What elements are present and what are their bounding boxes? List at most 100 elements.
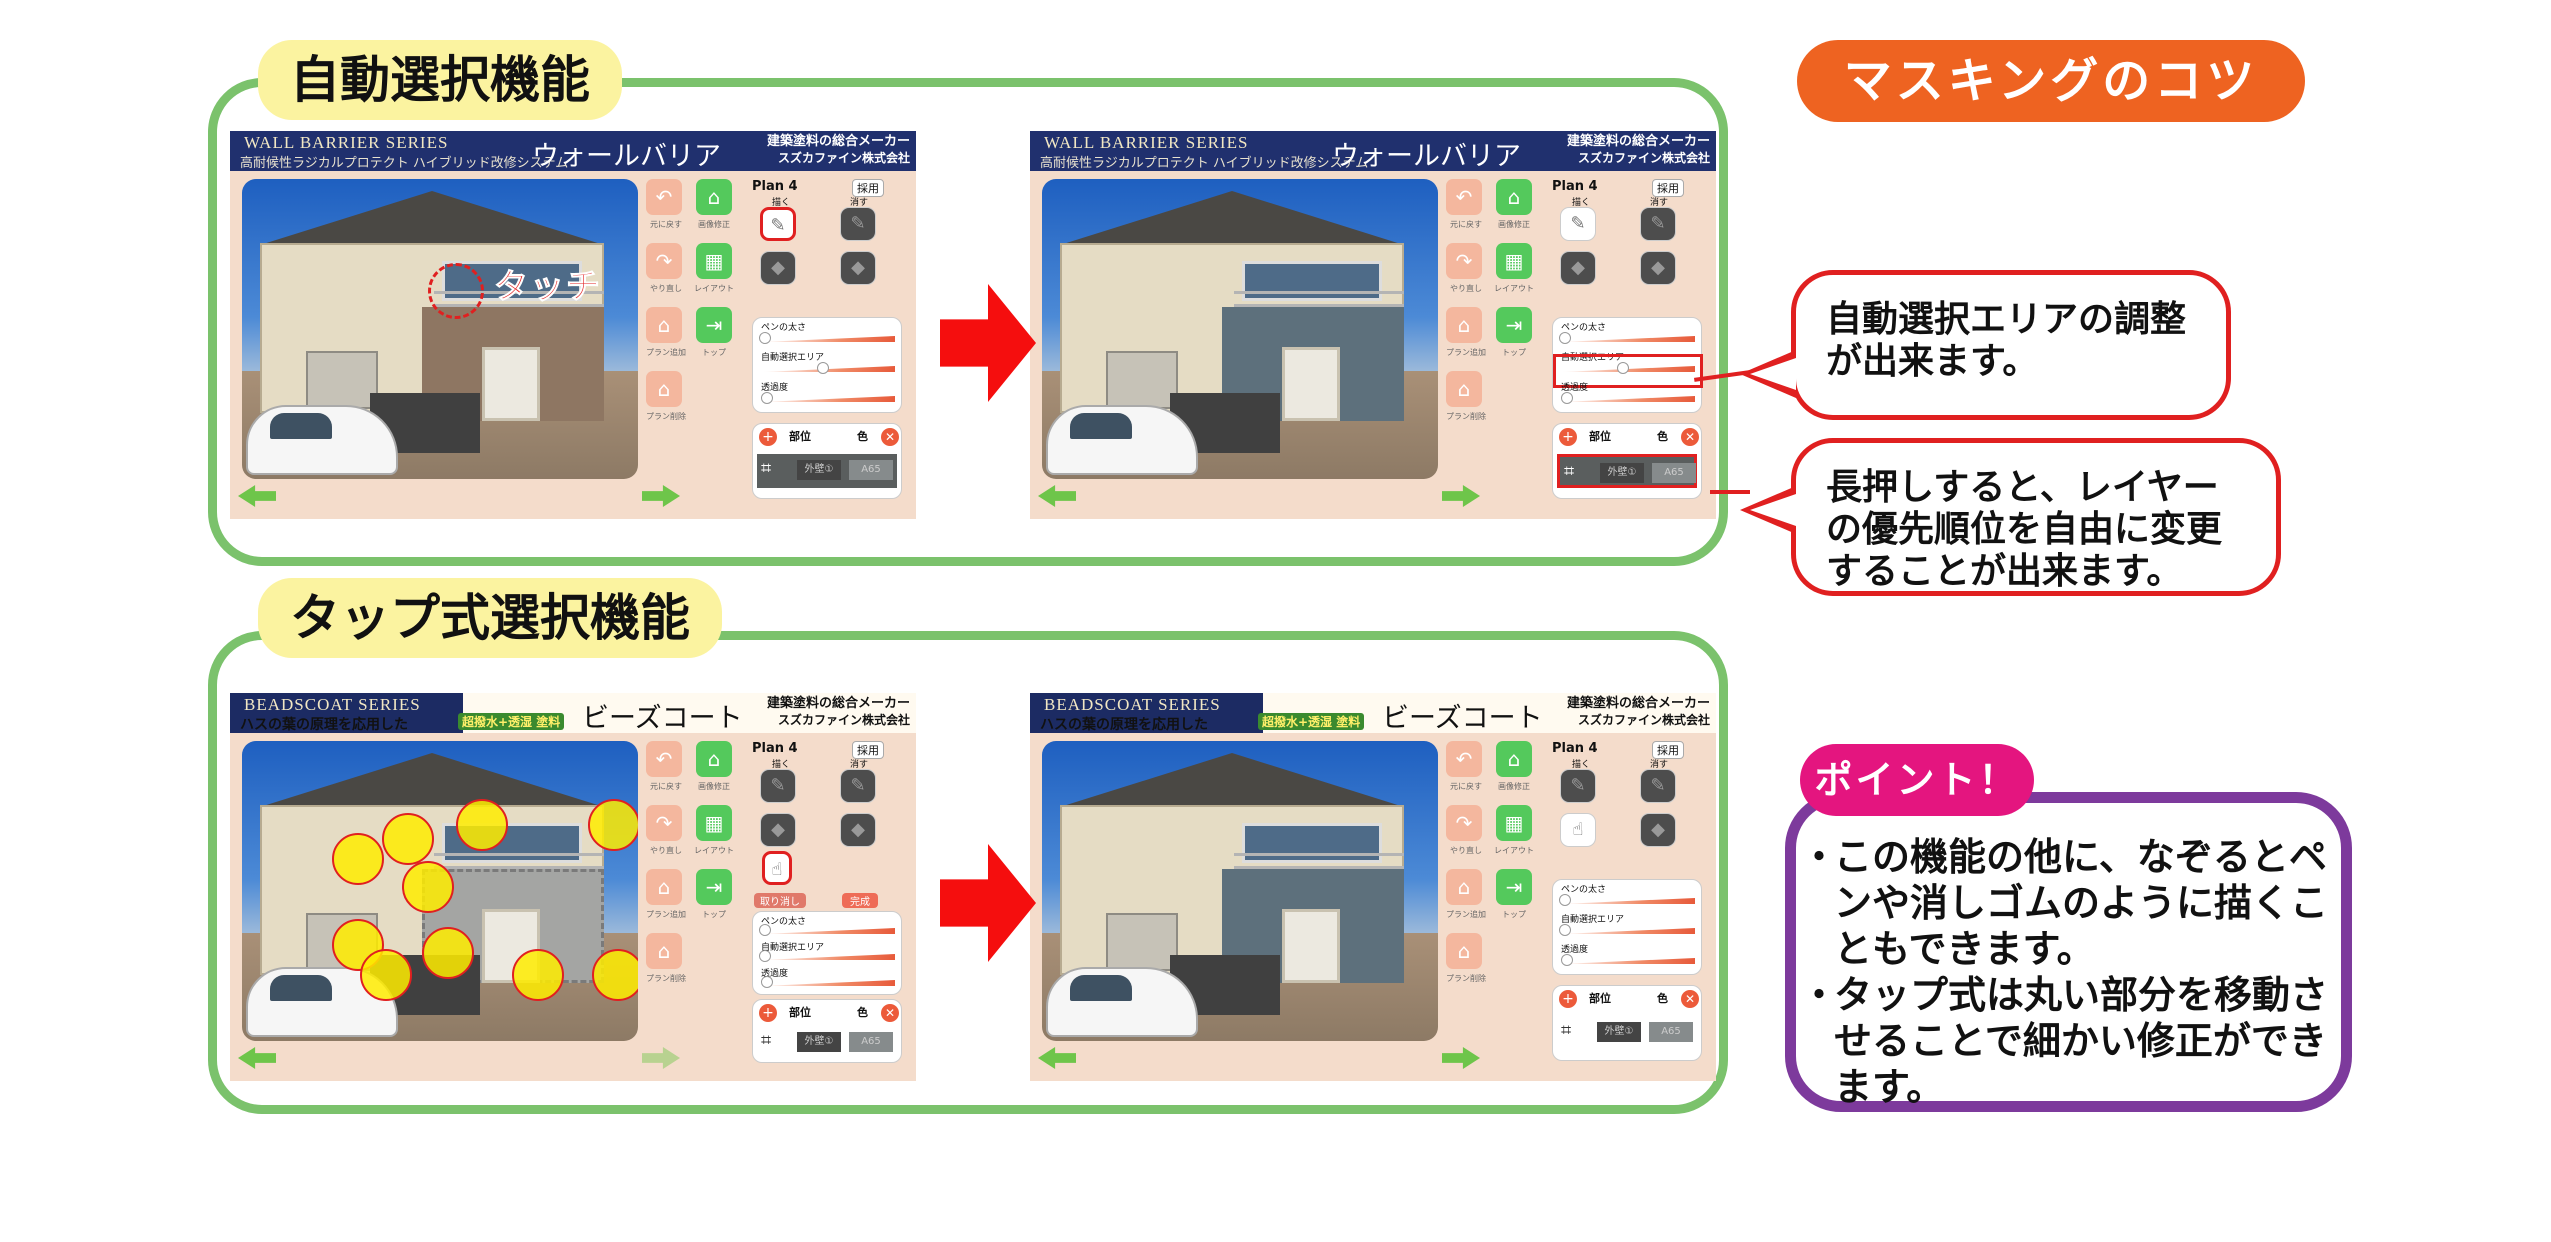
cancel-button[interactable]: 取り消し <box>754 893 806 908</box>
opacity-slider[interactable] <box>1561 396 1695 402</box>
auto-select-tool-button[interactable]: ◆ <box>1560 251 1596 285</box>
plan-add-button[interactable]: ⌂ <box>1446 869 1482 905</box>
prev-arrow-icon[interactable] <box>1038 485 1076 507</box>
opacity-knob[interactable] <box>761 392 773 404</box>
plan-delete-button[interactable]: ⌂ <box>646 933 682 969</box>
auto-select-tool-button[interactable]: ◆ <box>760 813 796 847</box>
layer-row[interactable]: ⌗ 外壁① A65 <box>757 1026 897 1060</box>
tap-point-handle[interactable] <box>360 949 412 1001</box>
tap-point-handle[interactable] <box>588 799 638 851</box>
redo-button[interactable]: ↷ <box>1446 805 1482 841</box>
draw-tool-button[interactable]: ✎ <box>1560 769 1596 803</box>
undo-button[interactable]: ↶ <box>646 179 682 215</box>
next-arrow-icon[interactable] <box>1442 485 1480 507</box>
undo-button[interactable]: ↶ <box>1446 741 1482 777</box>
opacity-knob[interactable] <box>761 976 773 988</box>
erase-tool-button[interactable]: ✎ <box>1640 207 1676 241</box>
auto-area-knob[interactable] <box>817 362 829 374</box>
next-arrow-icon[interactable] <box>1442 1047 1480 1069</box>
add-part-icon[interactable]: + <box>1559 428 1577 446</box>
prev-arrow-icon[interactable] <box>238 485 276 507</box>
top-button[interactable]: ⇥ <box>1496 869 1532 905</box>
plan-add-button[interactable]: ⌂ <box>1446 307 1482 343</box>
tap-point-handle[interactable] <box>512 949 564 1001</box>
next-arrow-icon[interactable] <box>642 485 680 507</box>
house-photo[interactable]: タッチ <box>242 179 638 479</box>
hand-tool-button[interactable]: ◆ <box>1640 813 1676 847</box>
layer-row[interactable]: ⌗ 外壁① A65 <box>1557 1016 1697 1050</box>
draw-tool-button[interactable]: ✎ <box>760 207 796 241</box>
tap-mode-button-active[interactable]: ☝ <box>762 851 792 885</box>
tap-select-tool-button[interactable]: ☝ <box>1560 813 1596 847</box>
pen-size-knob[interactable] <box>759 924 771 936</box>
pen-size-slider[interactable] <box>1561 898 1695 904</box>
top-button[interactable]: ⇥ <box>696 307 732 343</box>
redo-button[interactable]: ↷ <box>646 805 682 841</box>
pen-size-knob[interactable] <box>1559 894 1571 906</box>
plan-add-button[interactable]: ⌂ <box>646 307 682 343</box>
pen-size-knob[interactable] <box>1559 332 1571 344</box>
image-fix-button[interactable]: ⌂ <box>1496 741 1532 777</box>
image-fix-button[interactable]: ⌂ <box>696 179 732 215</box>
top-button[interactable]: ⇥ <box>696 869 732 905</box>
plan-delete-button[interactable]: ⌂ <box>1446 933 1482 969</box>
auto-area-knob[interactable] <box>759 950 771 962</box>
house-photo[interactable] <box>1042 179 1438 479</box>
layer-row[interactable]: ⌗ 外壁① A65 <box>757 454 897 488</box>
undo-button[interactable]: ↶ <box>646 741 682 777</box>
close-icon[interactable]: ✕ <box>1681 428 1699 446</box>
house-photo[interactable] <box>242 741 638 1041</box>
pen-size-knob[interactable] <box>759 332 771 344</box>
house-photo[interactable] <box>1042 741 1438 1041</box>
image-fix-button[interactable]: ⌂ <box>1496 179 1532 215</box>
auto-area-knob[interactable] <box>1559 924 1571 936</box>
layout-button[interactable]: ▦ <box>1496 243 1532 279</box>
layer-row-highlighted[interactable]: ⌗ 外壁① A65 <box>1557 454 1697 488</box>
layout-button[interactable]: ▦ <box>1496 805 1532 841</box>
add-part-icon[interactable]: + <box>1559 990 1577 1008</box>
tap-point-handle[interactable] <box>382 813 434 865</box>
done-button[interactable]: 完成 <box>842 893 878 908</box>
opacity-knob[interactable] <box>1561 954 1573 966</box>
opacity-knob[interactable] <box>1561 392 1573 404</box>
pen-size-slider[interactable] <box>1561 336 1695 342</box>
close-icon[interactable]: ✕ <box>881 428 899 446</box>
pen-size-slider[interactable] <box>761 928 895 934</box>
tap-point-handle[interactable] <box>592 949 638 1001</box>
draw-tool-button[interactable]: ✎ <box>760 769 796 803</box>
tap-select-tool-button[interactable]: ◆ <box>1640 251 1676 285</box>
layout-button[interactable]: ▦ <box>696 243 732 279</box>
plan-add-button[interactable]: ⌂ <box>646 869 682 905</box>
image-fix-button[interactable]: ⌂ <box>696 741 732 777</box>
erase-tool-button[interactable]: ✎ <box>840 207 876 241</box>
plan-delete-button[interactable]: ⌂ <box>646 371 682 407</box>
tap-point-handle[interactable] <box>422 927 474 979</box>
opacity-slider[interactable] <box>761 396 895 402</box>
draw-tool-button[interactable]: ✎ <box>1560 207 1596 241</box>
redo-button[interactable]: ↷ <box>1446 243 1482 279</box>
add-part-icon[interactable]: + <box>759 428 777 446</box>
auto-area-slider[interactable] <box>761 954 895 960</box>
plan-delete-button[interactable]: ⌂ <box>1446 371 1482 407</box>
close-icon[interactable]: ✕ <box>881 1004 899 1022</box>
prev-arrow-icon[interactable] <box>1038 1047 1076 1069</box>
opacity-slider[interactable] <box>761 980 895 986</box>
auto-select-tool-button[interactable]: ◆ <box>760 251 796 285</box>
layout-button[interactable]: ▦ <box>696 805 732 841</box>
top-button[interactable]: ⇥ <box>1496 307 1532 343</box>
tap-select-tool-button[interactable]: ◆ <box>840 813 876 847</box>
pen-size-slider[interactable] <box>761 336 895 342</box>
close-icon[interactable]: ✕ <box>1681 990 1699 1008</box>
erase-tool-button[interactable]: ✎ <box>1640 769 1676 803</box>
tap-point-handle[interactable] <box>402 861 454 913</box>
prev-arrow-icon[interactable] <box>238 1047 276 1069</box>
erase-tool-button[interactable]: ✎ <box>840 769 876 803</box>
opacity-slider[interactable] <box>1561 958 1695 964</box>
undo-button[interactable]: ↶ <box>1446 179 1482 215</box>
tap-point-handle[interactable] <box>456 799 508 851</box>
tap-point-handle[interactable] <box>332 833 384 885</box>
tap-select-tool-button[interactable]: ◆ <box>840 251 876 285</box>
redo-button[interactable]: ↷ <box>646 243 682 279</box>
next-arrow-icon[interactable] <box>642 1047 680 1069</box>
auto-area-slider[interactable] <box>1561 928 1695 934</box>
